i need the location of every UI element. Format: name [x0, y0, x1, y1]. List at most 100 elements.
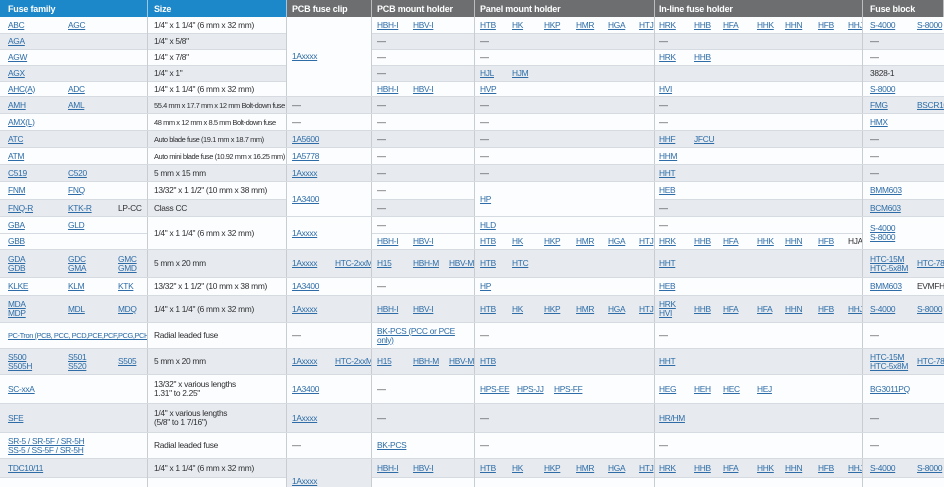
part-link[interactable]: HBV-I: [413, 464, 449, 473]
part-link[interactable]: HTB: [480, 357, 512, 366]
part-link[interactable]: S505H: [8, 362, 68, 371]
part-link[interactable]: GMD: [118, 264, 148, 273]
part-link[interactable]: HTB: [480, 305, 512, 314]
part-link[interactable]: HGA: [608, 21, 639, 30]
part-link[interactable]: S-8000: [870, 233, 917, 242]
part-link[interactable]: HHF: [659, 135, 694, 144]
part-link[interactable]: SFE: [8, 414, 68, 423]
part-link[interactable]: HEG: [659, 385, 694, 394]
part-link[interactable]: AGC: [68, 21, 118, 30]
part-link[interactable]: HP: [480, 282, 512, 291]
part-link[interactable]: C520: [68, 169, 118, 178]
part-link[interactable]: ATM: [8, 152, 68, 161]
part-link[interactable]: HMR: [576, 237, 608, 246]
part-link[interactable]: HPS-EE: [480, 385, 517, 394]
part-link[interactable]: GDB: [8, 264, 68, 273]
part-link[interactable]: HJM: [512, 69, 544, 78]
part-link[interactable]: HHM: [659, 152, 694, 161]
part-link[interactable]: KTK: [118, 282, 148, 291]
part-link[interactable]: HTC-2xxM: [335, 259, 372, 268]
part-link[interactable]: HFB: [818, 237, 848, 246]
part-link[interactable]: HBH-M: [413, 259, 449, 268]
part-link[interactable]: HBH-I: [377, 21, 413, 30]
part-link[interactable]: HBV-I: [413, 85, 449, 94]
part-link[interactable]: AHC(A): [8, 85, 68, 94]
part-link[interactable]: HVI: [659, 85, 694, 94]
part-link[interactable]: HHT: [659, 259, 694, 268]
part-link[interactable]: HHB: [694, 464, 723, 473]
part-link[interactable]: HFB: [818, 305, 848, 314]
part-link[interactable]: S-4000: [870, 464, 917, 473]
part-link[interactable]: HGA: [608, 237, 639, 246]
part-link[interactable]: S520: [68, 362, 118, 371]
part-link[interactable]: BK-PCS: [377, 441, 413, 450]
part-link[interactable]: HBH-I: [377, 305, 413, 314]
part-link[interactable]: JFCU: [694, 135, 723, 144]
part-link[interactable]: HHB: [694, 237, 723, 246]
part-link[interactable]: ADC: [68, 85, 118, 94]
part-link[interactable]: MDP: [8, 309, 68, 318]
part-link[interactable]: HBV-I: [413, 21, 449, 30]
part-link[interactable]: HBV-M: [449, 357, 474, 366]
part-link[interactable]: HPS-JJ: [517, 385, 554, 394]
part-link[interactable]: 1Axxxx: [292, 414, 335, 423]
part-link[interactable]: BMM603: [870, 282, 917, 291]
part-link[interactable]: MDQ: [118, 305, 148, 314]
part-link[interactable]: HEB: [659, 282, 694, 291]
part-link[interactable]: FMG: [870, 101, 917, 110]
part-link[interactable]: HHT: [659, 357, 694, 366]
part-link[interactable]: HTC-78M: [917, 259, 944, 268]
part-link[interactable]: AGW: [8, 53, 68, 62]
part-link[interactable]: S-8000: [870, 85, 917, 94]
part-link[interactable]: HRK: [659, 21, 694, 30]
part-link[interactable]: HMR: [576, 464, 608, 473]
part-link[interactable]: HRK: [659, 464, 694, 473]
part-link[interactable]: HBV-M: [449, 259, 474, 268]
part-link[interactable]: GBA: [8, 221, 68, 230]
part-link[interactable]: HFA: [723, 21, 757, 30]
part-link[interactable]: BCM603: [870, 204, 917, 213]
part-link[interactable]: HTB: [480, 464, 512, 473]
part-link[interactable]: HTB: [480, 21, 512, 30]
part-link[interactable]: GMA: [68, 264, 118, 273]
part-link[interactable]: 1Axxxx: [292, 305, 335, 314]
part-link[interactable]: HFA: [723, 464, 757, 473]
part-link[interactable]: BSCR101: [917, 101, 944, 110]
part-link[interactable]: S-4000: [870, 305, 917, 314]
part-link[interactable]: HTJ: [639, 21, 653, 30]
part-link[interactable]: S-8000: [917, 21, 942, 30]
part-link[interactable]: HMX: [870, 118, 917, 127]
part-link[interactable]: HHK: [757, 464, 785, 473]
part-link[interactable]: HTC-5x8M: [870, 362, 917, 371]
part-link[interactable]: HRK: [659, 237, 694, 246]
part-link[interactable]: SC-xxA: [8, 385, 68, 394]
part-link[interactable]: HEC: [723, 385, 757, 394]
part-link[interactable]: 1A5778: [292, 152, 335, 161]
part-link[interactable]: AML: [68, 101, 118, 110]
part-link[interactable]: 1Axxxx: [292, 229, 335, 238]
part-link[interactable]: S-8000: [917, 464, 942, 473]
part-link[interactable]: HK: [512, 464, 544, 473]
part-link[interactable]: HTC: [512, 259, 544, 268]
part-link[interactable]: HK: [512, 237, 544, 246]
part-link[interactable]: 1Axxxx: [292, 52, 335, 61]
part-link[interactable]: KLKE: [8, 282, 68, 291]
part-link[interactable]: HK: [512, 305, 544, 314]
part-link[interactable]: HHB: [694, 21, 723, 30]
part-link[interactable]: HFA: [723, 305, 757, 314]
part-link[interactable]: PC-Tron (PCB, PCC, PCD,PCE,PCF,PCG,PCH,P…: [8, 331, 148, 340]
part-link[interactable]: HHB: [694, 53, 723, 62]
part-link[interactable]: GLD: [68, 221, 118, 230]
part-link[interactable]: HHN: [785, 237, 818, 246]
part-link[interactable]: HHB: [694, 305, 723, 314]
part-link[interactable]: SS-5 / SS-5F / SR-5H: [8, 446, 84, 455]
part-link[interactable]: HHT: [659, 169, 694, 178]
part-link[interactable]: HBH-I: [377, 464, 413, 473]
part-link[interactable]: HKP: [544, 305, 576, 314]
part-link[interactable]: HEB: [659, 186, 694, 195]
part-link[interactable]: HBH-I: [377, 237, 413, 246]
part-link[interactable]: HBV-I: [413, 305, 449, 314]
part-link[interactable]: HTJ: [639, 305, 653, 314]
part-link[interactable]: 1A5600: [292, 135, 335, 144]
part-link[interactable]: HHN: [785, 305, 818, 314]
